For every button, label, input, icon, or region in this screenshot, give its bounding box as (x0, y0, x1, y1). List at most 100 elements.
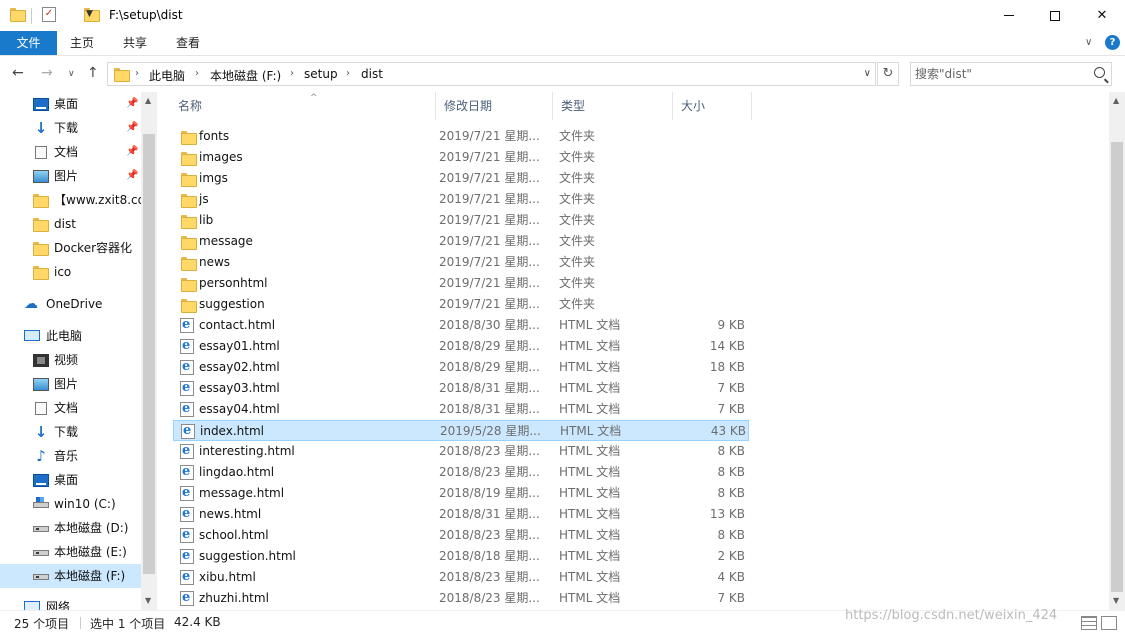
column-label: 大小 (681, 99, 706, 113)
details-view-icon[interactable] (1081, 616, 1097, 630)
chevron-right-icon[interactable]: › (135, 68, 139, 79)
sidebar-item-documents[interactable]: 文档 📌 (0, 140, 141, 164)
address-dropdown-icon[interactable]: ∨ (864, 68, 871, 79)
folder-icon (181, 299, 197, 313)
tab-home[interactable]: 主页 (60, 31, 104, 55)
scrollbar-thumb[interactable] (1111, 142, 1123, 592)
forward-button[interactable]: → (41, 65, 53, 81)
file-row[interactable]: lib 2019/7/21 星期... 文件夹 (173, 210, 749, 231)
file-row[interactable]: zhuzhi.html 2018/8/23 星期... HTML 文档 7 KB (173, 587, 749, 609)
column-header-date[interactable]: 修改日期 (436, 92, 553, 120)
sidebar-item-this-pc[interactable]: 此电脑 (0, 324, 141, 348)
chevron-right-icon[interactable]: › (290, 68, 294, 79)
file-row[interactable]: essay03.html 2018/8/31 星期... HTML 文档 7 KB (173, 377, 749, 399)
scroll-down-icon[interactable]: ▼ (145, 596, 151, 605)
sidebar-item-network[interactable]: 网络 (0, 595, 141, 610)
tab-file[interactable]: 文件 (0, 31, 57, 55)
recent-locations-icon[interactable]: ∨ (68, 69, 75, 79)
drive-icon (33, 526, 49, 532)
file-row[interactable]: interesting.html 2018/8/23 星期... HTML 文档 8 … (173, 440, 749, 462)
file-row[interactable]: images 2019/7/21 星期... 文件夹 (173, 147, 749, 168)
column-header-type[interactable]: 类型 (553, 92, 673, 120)
sidebar-item-label: OneDrive (46, 297, 103, 311)
file-row[interactable]: xibu.html 2018/8/23 星期... HTML 文档 4 KB (173, 566, 749, 588)
sidebar-item-pictures[interactable]: 图片 📌 (0, 164, 141, 188)
search-input[interactable] (915, 66, 1085, 82)
file-row[interactable]: lingdao.html 2018/8/23 星期... HTML 文档 8 KB (173, 461, 749, 483)
file-row[interactable]: essay02.html 2018/8/29 星期... HTML 文档 18 KB (173, 356, 749, 378)
column-header-name[interactable]: 名称 ^ (170, 92, 436, 120)
sidebar-item-drive-d[interactable]: 本地磁盘 (D:) (0, 516, 141, 540)
scroll-up-icon[interactable]: ▲ (145, 96, 151, 105)
tab-share[interactable]: 共享 (113, 31, 157, 55)
address-bar[interactable]: › 此电脑 › 本地磁盘 (F:) › setup › dist ∨ (107, 62, 876, 86)
back-button[interactable]: ← (12, 65, 24, 81)
file-name: news.html (199, 507, 262, 521)
close-button[interactable]: ✕ (1079, 0, 1125, 31)
sidebar-item-drive-e[interactable]: 本地磁盘 (E:) (0, 540, 141, 564)
file-row[interactable]: suggestion 2019/7/21 星期... 文件夹 (173, 294, 749, 315)
file-row[interactable]: school.html 2018/8/23 星期... HTML 文档 8 KB (173, 524, 749, 546)
file-row[interactable]: contact.html 2018/8/30 星期... HTML 文档 9 KB (173, 314, 749, 336)
chevron-right-icon[interactable]: › (346, 68, 350, 79)
sidebar-item-downloads-pc[interactable]: ↓ 下载 (0, 420, 141, 444)
file-row[interactable]: essay01.html 2018/8/29 星期... HTML 文档 14 KB (173, 335, 749, 357)
up-button[interactable]: ↑ (87, 65, 99, 81)
breadcrumb-drive-f[interactable]: 本地磁盘 (F:) (210, 67, 281, 84)
sidebar-item-desktop-pc[interactable]: 桌面 (0, 468, 141, 492)
breadcrumb-setup[interactable]: setup (304, 67, 338, 81)
pin-icon: 📌 (126, 98, 139, 109)
minimize-button[interactable] (986, 0, 1032, 31)
chevron-right-icon[interactable]: › (195, 68, 199, 79)
search-icon[interactable] (1094, 67, 1105, 78)
onedrive-icon: ☁ (24, 296, 38, 312)
column-header-size[interactable]: 大小 (673, 92, 752, 120)
sidebar-item-desktop[interactable]: 桌面 📌 (0, 92, 141, 116)
scroll-down-icon[interactable]: ▼ (1113, 596, 1119, 605)
file-date: 2019/7/21 星期... (439, 213, 540, 227)
sidebar-item-zxit8[interactable]: 【www.zxit8.co (0, 188, 141, 212)
file-row[interactable]: essay04.html 2018/8/31 星期... HTML 文档 7 KB (173, 398, 749, 420)
sidebar-scrollbar[interactable]: ▲ ▼ (141, 92, 157, 610)
tab-view[interactable]: 查看 (166, 31, 210, 55)
sidebar-item-docker[interactable]: Docker容器化 (0, 236, 141, 260)
file-row[interactable]: news 2019/7/21 星期... 文件夹 (173, 252, 749, 273)
sidebar-item-downloads[interactable]: ↓ 下载 📌 (0, 116, 141, 140)
file-row[interactable]: suggestion.html 2018/8/18 星期... HTML 文档 2 K… (173, 545, 749, 567)
file-list-scrollbar[interactable]: ▲ ▼ (1109, 92, 1125, 610)
help-icon[interactable]: ? (1105, 35, 1120, 50)
breadcrumb-this-pc[interactable]: 此电脑 (149, 67, 185, 84)
file-row[interactable]: index.html 2019/5/28 星期... HTML 文档 43 KB (173, 420, 749, 441)
sidebar-item-label: 本地磁盘 (D:) (54, 521, 129, 535)
file-row[interactable]: fonts 2019/7/21 星期... 文件夹 (173, 126, 749, 147)
sidebar-item-dist[interactable]: dist (0, 212, 141, 236)
sidebar-item-pictures-pc[interactable]: 图片 (0, 372, 141, 396)
file-row[interactable]: news.html 2018/8/31 星期... HTML 文档 13 KB (173, 503, 749, 525)
large-icons-view-icon[interactable] (1101, 616, 1117, 630)
sidebar-item-videos[interactable]: 视频 (0, 348, 141, 372)
sidebar-item-documents-pc[interactable]: 文档 (0, 396, 141, 420)
scroll-up-icon[interactable]: ▲ (1113, 96, 1119, 105)
ribbon-expand-icon[interactable]: ∨ (1085, 37, 1092, 48)
file-date: 2019/7/21 星期... (439, 192, 540, 206)
maximize-button[interactable] (1032, 0, 1078, 31)
file-row[interactable]: message 2019/7/21 星期... 文件夹 (173, 231, 749, 252)
selection-size: 42.4 KB (174, 615, 221, 629)
file-type: HTML 文档 (559, 381, 621, 395)
breadcrumb-dist[interactable]: dist (361, 67, 383, 81)
sidebar-item-music[interactable]: ♪ 音乐 (0, 444, 141, 468)
file-row[interactable]: message.html 2018/8/19 星期... HTML 文档 8 KB (173, 482, 749, 504)
sidebar-item-drive-f[interactable]: 本地磁盘 (F:) (0, 564, 141, 588)
quick-access-dropdown-icon[interactable]: ▼ (86, 9, 93, 19)
sidebar-item-ico[interactable]: ico (0, 260, 141, 284)
search-box[interactable] (910, 62, 1112, 86)
folder-icon[interactable] (10, 8, 26, 22)
file-row[interactable]: personhtml 2019/7/21 星期... 文件夹 (173, 273, 749, 294)
properties-icon[interactable]: ✓ (42, 7, 56, 22)
sidebar-item-drive-c[interactable]: win10 (C:) (0, 492, 141, 516)
scrollbar-thumb[interactable] (143, 134, 155, 574)
file-row[interactable]: js 2019/7/21 星期... 文件夹 (173, 189, 749, 210)
refresh-button[interactable]: ↻ (877, 62, 899, 86)
sidebar-item-onedrive[interactable]: ☁ OneDrive (0, 292, 141, 316)
file-row[interactable]: imgs 2019/7/21 星期... 文件夹 (173, 168, 749, 189)
